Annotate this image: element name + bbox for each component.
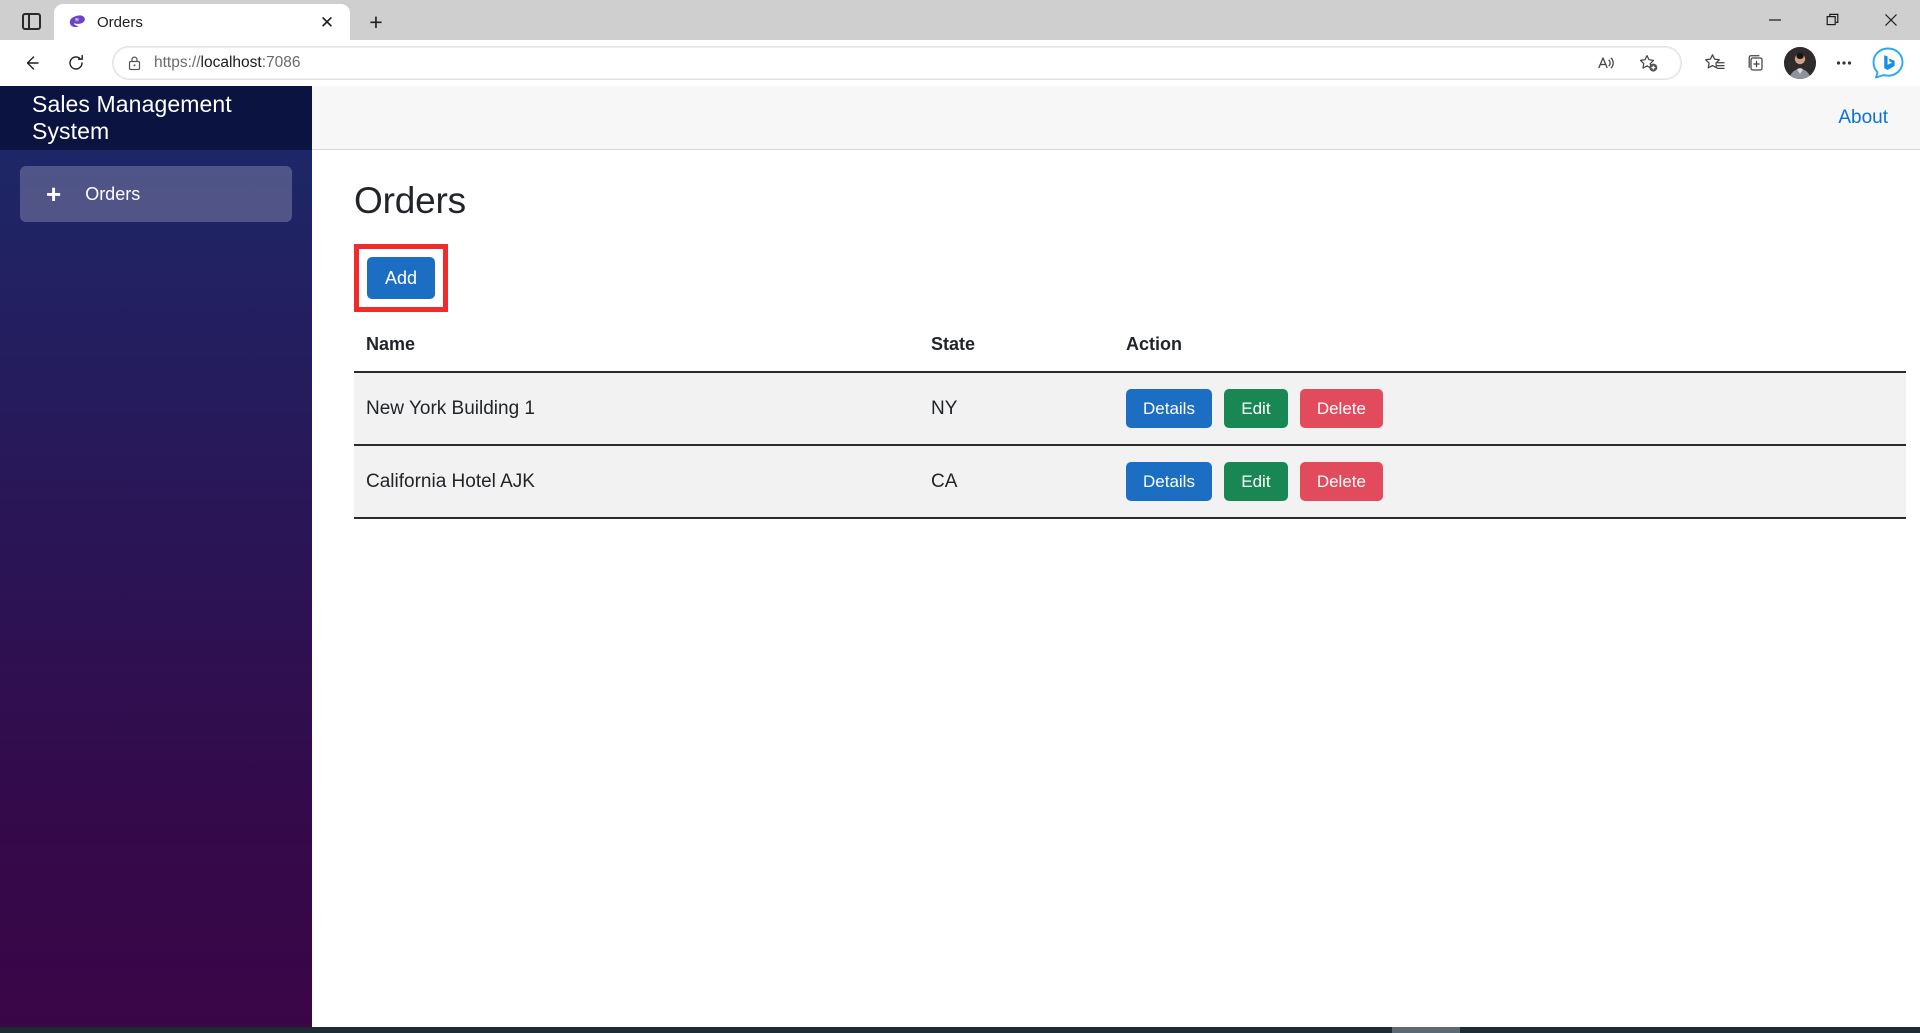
address-bar-row: https://localhost:7086 [0,40,1920,86]
app-top-bar: About [312,86,1920,150]
minimize-button[interactable] [1746,0,1804,40]
sidebar-item-label: Orders [85,183,141,204]
url-scheme: https:// [154,54,201,71]
split-screen-icon [21,12,41,30]
edit-button[interactable]: Edit [1224,462,1288,501]
browser-tab-orders[interactable]: Orders ✕ [54,4,350,40]
cell-name: California Hotel AJK [354,445,919,519]
url-text: https://localhost:7086 [154,54,301,72]
cell-actions: Details Edit Delete [1114,445,1906,519]
column-header-action: Action [1114,334,1906,373]
delete-button[interactable]: Delete [1299,389,1383,428]
window-controls [1746,0,1920,40]
cell-name: New York Building 1 [354,372,919,446]
orders-table: Name State Action New York Building 1 NY… [354,334,1906,519]
sidebar-nav: + Orders [0,150,312,222]
tab-actions-button[interactable] [8,4,54,38]
read-aloud-icon[interactable] [1587,45,1625,81]
page-title: Orders [354,180,466,221]
taskbar-active-highlight [1392,1027,1460,1033]
close-icon[interactable]: ✕ [314,9,340,35]
browser-toolbar-right [1696,45,1906,81]
url-host: localhost [200,54,262,71]
edit-button[interactable]: Edit [1224,389,1288,428]
app-sidebar: Sales Management System + Orders [0,86,312,1033]
reload-button[interactable] [56,44,96,82]
brand-title: Sales Management System [32,91,232,144]
address-bar[interactable]: https://localhost:7086 [112,46,1682,80]
ellipsis-more-icon[interactable] [1825,45,1863,81]
add-favorite-star-icon[interactable] [1629,45,1667,81]
content-column: About Orders Add Name State Action New Y… [312,86,1920,1033]
table-header-row: Name State Action [354,334,1906,373]
add-button-highlight: Add [354,244,449,312]
close-window-button[interactable] [1862,0,1920,40]
browser-chrome: Orders ✕ + https://localhost:7086 [0,0,1920,86]
blazor-logo-icon [68,13,87,32]
omnibox-actions [1587,45,1667,81]
cell-actions: Details Edit Delete [1114,372,1906,446]
collections-icon[interactable] [1737,45,1775,81]
url-port: :7086 [261,54,301,71]
restore-button[interactable] [1804,0,1862,40]
column-header-name: Name [354,334,919,373]
details-button[interactable]: Details [1126,462,1212,501]
bing-copilot-icon[interactable] [1870,45,1906,81]
column-header-state: State [919,334,1114,373]
brand-bar: Sales Management System [0,86,312,150]
add-button[interactable]: Add [367,257,436,299]
page-viewport: Sales Management System + Orders About O… [0,86,1920,1033]
cell-state: CA [919,445,1114,519]
tab-title: Orders [97,13,143,31]
tab-strip: Orders ✕ + [0,0,1920,40]
orders-table-body: New York Building 1 NY Details Edit Dele… [354,372,1906,519]
cell-state: NY [919,372,1114,446]
taskbar-sliver [0,1027,1920,1033]
table-row: New York Building 1 NY Details Edit Dele… [354,372,1906,446]
details-button[interactable]: Details [1126,389,1212,428]
lock-icon [127,55,142,71]
back-button[interactable] [12,44,52,82]
favorites-star-list-icon[interactable] [1696,45,1734,81]
plus-icon: + [46,179,62,209]
profile-avatar[interactable] [1784,47,1816,79]
sidebar-item-orders[interactable]: + Orders [20,166,292,222]
orders-table-head: Name State Action [354,334,1906,373]
main-content: Orders Add Name State Action New York Bu… [312,150,1920,1033]
new-tab-button[interactable]: + [358,5,394,39]
about-link[interactable]: About [1838,107,1888,129]
delete-button[interactable]: Delete [1299,462,1383,501]
table-row: California Hotel AJK CA Details Edit Del… [354,445,1906,519]
